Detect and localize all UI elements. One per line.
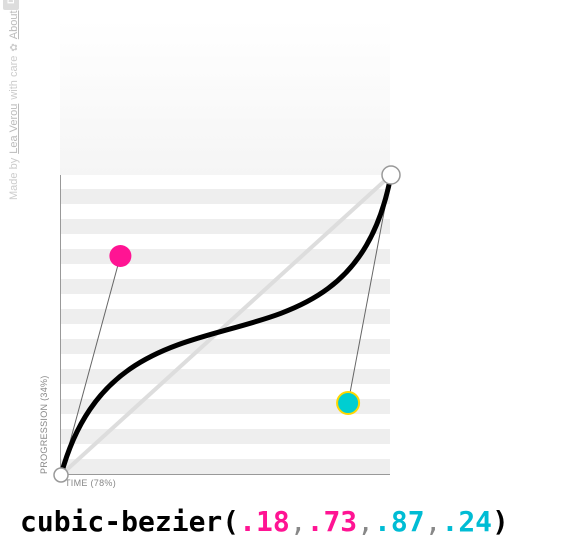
- bezier-editor: PROGRESSION (34%) TIME (78%): [60, 20, 390, 475]
- endpoint-end: [382, 166, 400, 184]
- comma: ,: [290, 505, 307, 538]
- p2y-value[interactable]: .24: [441, 505, 492, 538]
- axis-y-label: PROGRESSION (34%): [39, 375, 49, 474]
- p2x-value[interactable]: .87: [374, 505, 425, 538]
- gear-icon: ✿: [9, 43, 20, 51]
- paren-open: (: [222, 505, 239, 538]
- baseline-diagonal: [61, 175, 391, 475]
- p1x-value[interactable]: .18: [239, 505, 290, 538]
- axis-x-label: TIME (78%): [65, 478, 116, 488]
- comma: ,: [357, 505, 374, 538]
- curve-svg: [61, 20, 391, 475]
- coordinate-plane[interactable]: PROGRESSION (34%) TIME (78%): [60, 175, 390, 475]
- about-link[interactable]: About: [8, 10, 20, 39]
- p1y-value[interactable]: .73: [307, 505, 358, 538]
- fn-name: cubic-bezier: [20, 505, 222, 538]
- bezier-code: cubic-bezier(.18,.73,.87,.24): [20, 505, 509, 538]
- endpoint-start: [54, 468, 68, 482]
- control-point-1[interactable]: [109, 245, 131, 267]
- credit-suffix: with care: [8, 56, 20, 100]
- comma: ,: [425, 505, 442, 538]
- paren-close: ): [492, 505, 509, 538]
- credit-prefix: Made by: [8, 158, 20, 200]
- credit-line: Made by Lea Verou with care ✿ About: [8, 10, 20, 200]
- credit-author-link[interactable]: Lea Verou: [8, 104, 20, 154]
- control-point-2[interactable]: [337, 392, 359, 414]
- donate-button[interactable]: DONATE: [3, 0, 19, 10]
